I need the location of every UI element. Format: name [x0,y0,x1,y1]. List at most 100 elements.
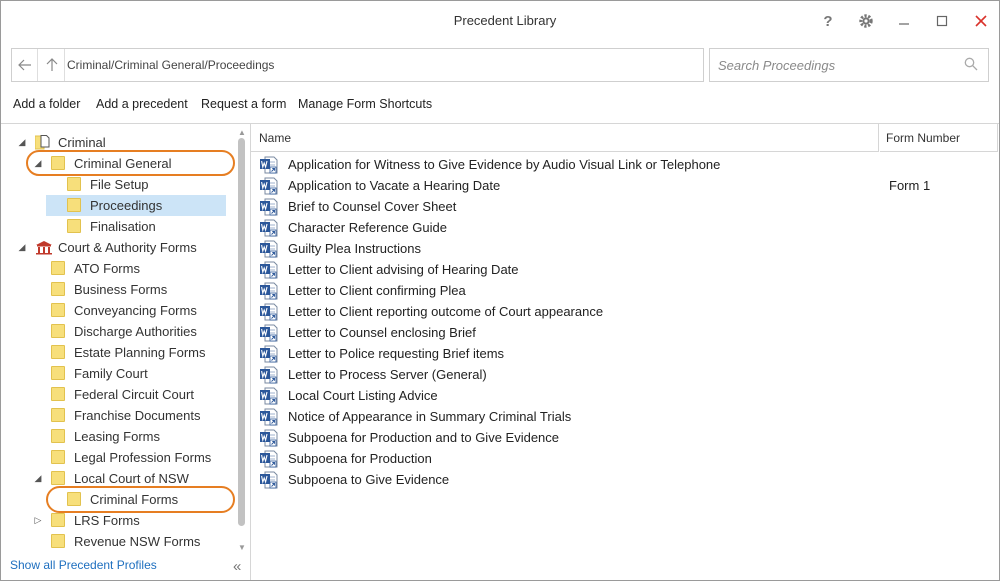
document-row[interactable]: Guilty Plea Instructions [251,238,991,259]
folder-icon [51,408,66,423]
word-document-shortcut-icon [259,219,279,237]
folder-icon [51,324,66,339]
folder-icon [67,219,82,234]
tree-scrollbar[interactable]: ▲ ▼ [235,124,249,555]
document-row[interactable]: Letter to Police requesting Brief items [251,343,991,364]
column-header-name[interactable]: Name [251,124,879,152]
expander-icon[interactable]: ▷ [33,510,43,531]
document-row[interactable]: Subpoena to Give Evidence [251,469,991,490]
word-document-shortcut-icon [259,471,279,489]
gear-icon[interactable] [854,9,878,33]
tree-item[interactable]: Federal Circuit Court [1,384,231,405]
tree-item[interactable]: Discharge Authorities [1,321,231,342]
tree-item[interactable]: Franchise Documents [1,405,231,426]
document-row[interactable]: Subpoena for Production and to Give Evid… [251,427,991,448]
request-form-button[interactable]: Request a form [201,97,286,111]
back-arrow-icon[interactable] [12,49,38,81]
collapse-panel-icon[interactable]: « [233,558,241,575]
search-box [709,48,989,82]
document-row[interactable]: Local Court Listing Advice [251,385,991,406]
tree-item[interactable]: Business Forms [1,279,231,300]
document-row[interactable]: Application for Witness to Give Evidence… [251,154,991,175]
precedent-library-window: Precedent Library ? Criminal/Criminal Ge… [0,0,1000,581]
tree-item[interactable]: Leasing Forms [1,426,231,447]
document-name: Application to Vacate a Hearing Date [288,178,501,193]
tree-item[interactable]: Revenue NSW Forms [1,531,231,552]
maximize-icon[interactable] [930,9,954,33]
manage-form-shortcuts-button[interactable]: Manage Form Shortcuts [298,97,432,111]
tree-item[interactable]: Conveyancing Forms [1,300,231,321]
breadcrumb[interactable]: Criminal/Criminal General/Proceedings [67,49,274,81]
tree-item[interactable]: Finalisation [1,216,231,237]
tree-item[interactable]: Family Court [1,363,231,384]
add-folder-button[interactable]: Add a folder [13,97,80,111]
document-name: Subpoena for Production and to Give Evid… [288,430,560,445]
window-title: Precedent Library [453,13,557,28]
tree-item-label: Federal Circuit Court [74,387,194,402]
document-row[interactable]: Letter to Process Server (General) [251,364,991,385]
scroll-up-icon[interactable]: ▲ [237,127,247,137]
document-name: Brief to Counsel Cover Sheet [288,199,457,214]
tree-item[interactable]: File Setup [1,174,231,195]
word-document-shortcut-icon [259,450,279,468]
tree-item-label: Franchise Documents [74,408,201,423]
courthouse-icon [35,240,52,255]
show-all-profiles-link[interactable]: Show all Precedent Profiles [10,558,157,572]
close-icon[interactable] [969,9,993,33]
tree-item-label: File Setup [90,177,149,192]
up-arrow-icon[interactable] [39,49,65,81]
scroll-down-icon[interactable]: ▼ [237,542,247,552]
document-row[interactable]: Brief to Counsel Cover Sheet [251,196,991,217]
tree-item[interactable]: ATO Forms [1,258,231,279]
document-name: Letter to Process Server (General) [288,367,487,382]
expander-icon[interactable]: ◢ [33,468,43,489]
search-icon[interactable] [964,57,978,74]
tree-item-label: Proceedings [90,198,163,213]
highlight-criminal-forms [46,486,235,513]
document-row[interactable]: Notice of Appearance in Summary Criminal… [251,406,991,427]
folder-tree-panel: ◢ Criminal ◢ Criminal General File Setup Proc… [1,123,251,555]
expander-icon[interactable]: ◢ [17,237,27,258]
document-row[interactable]: Letter to Client advising of Hearing Dat… [251,259,991,280]
minimize-icon[interactable] [892,9,916,33]
tree-item[interactable]: Legal Profession Forms [1,447,231,468]
highlight-criminal-general [26,150,235,176]
document-row[interactable]: Application to Vacate a Hearing Date Form… [251,175,991,196]
tree-item[interactable]: Estate Planning Forms [1,342,231,363]
document-name: Local Court Listing Advice [288,388,438,403]
document-row[interactable]: Letter to Client reporting outcome of Co… [251,301,991,322]
document-row[interactable]: Character Reference Guide [251,217,991,238]
tree-item[interactable]: Proceedings [1,195,231,216]
scrollbar-thumb[interactable] [238,138,245,526]
folder-icon [51,345,66,360]
tree-item[interactable]: ◢ Court & Authority Forms [1,237,231,258]
search-input[interactable] [716,55,956,75]
add-precedent-button[interactable]: Add a precedent [96,97,188,111]
word-document-shortcut-icon [259,324,279,342]
document-name: Guilty Plea Instructions [288,241,421,256]
word-document-shortcut-icon [259,366,279,384]
tree-item-label: Leasing Forms [74,429,160,444]
document-list-panel: Name Form Number Application for Witness… [251,123,999,580]
document-row[interactable]: Subpoena for Production [251,448,991,469]
document-name: Letter to Client advising of Hearing Dat… [288,262,519,277]
tree-item[interactable]: ▷ LRS Forms [1,510,231,531]
column-header-form-number[interactable]: Form Number [880,124,998,152]
expander-icon[interactable]: ◢ [17,132,27,153]
document-row[interactable]: Letter to Client confirming Plea [251,280,991,301]
document-row[interactable]: Letter to Counsel enclosing Brief [251,322,991,343]
folder-icon [51,471,66,486]
tree-item-label: LRS Forms [74,513,140,528]
word-document-shortcut-icon [259,156,279,174]
help-icon[interactable]: ? [816,9,840,33]
word-document-shortcut-icon [259,303,279,321]
